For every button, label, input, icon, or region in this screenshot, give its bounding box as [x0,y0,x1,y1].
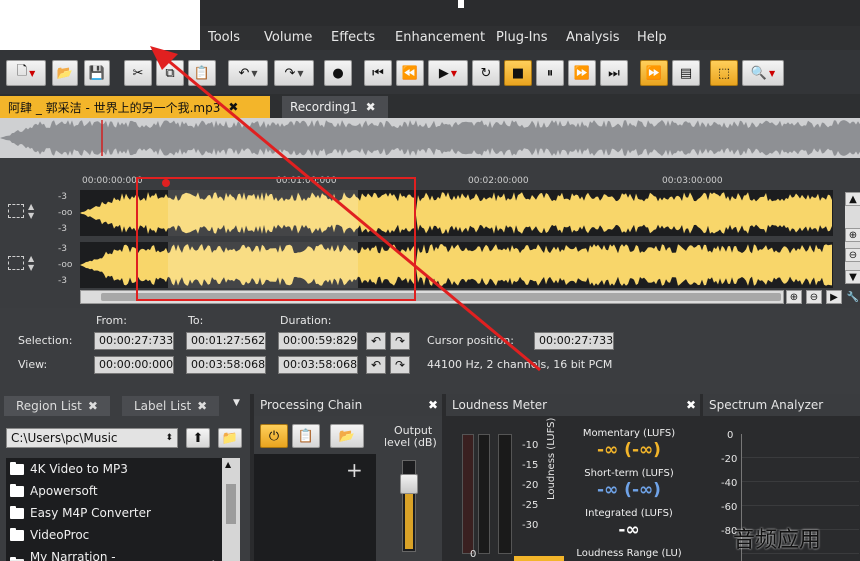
annotation-box [136,177,416,301]
annotation-overlay [136,46,541,372]
annotation-arrow [164,56,541,372]
cursor-marker [162,179,170,187]
